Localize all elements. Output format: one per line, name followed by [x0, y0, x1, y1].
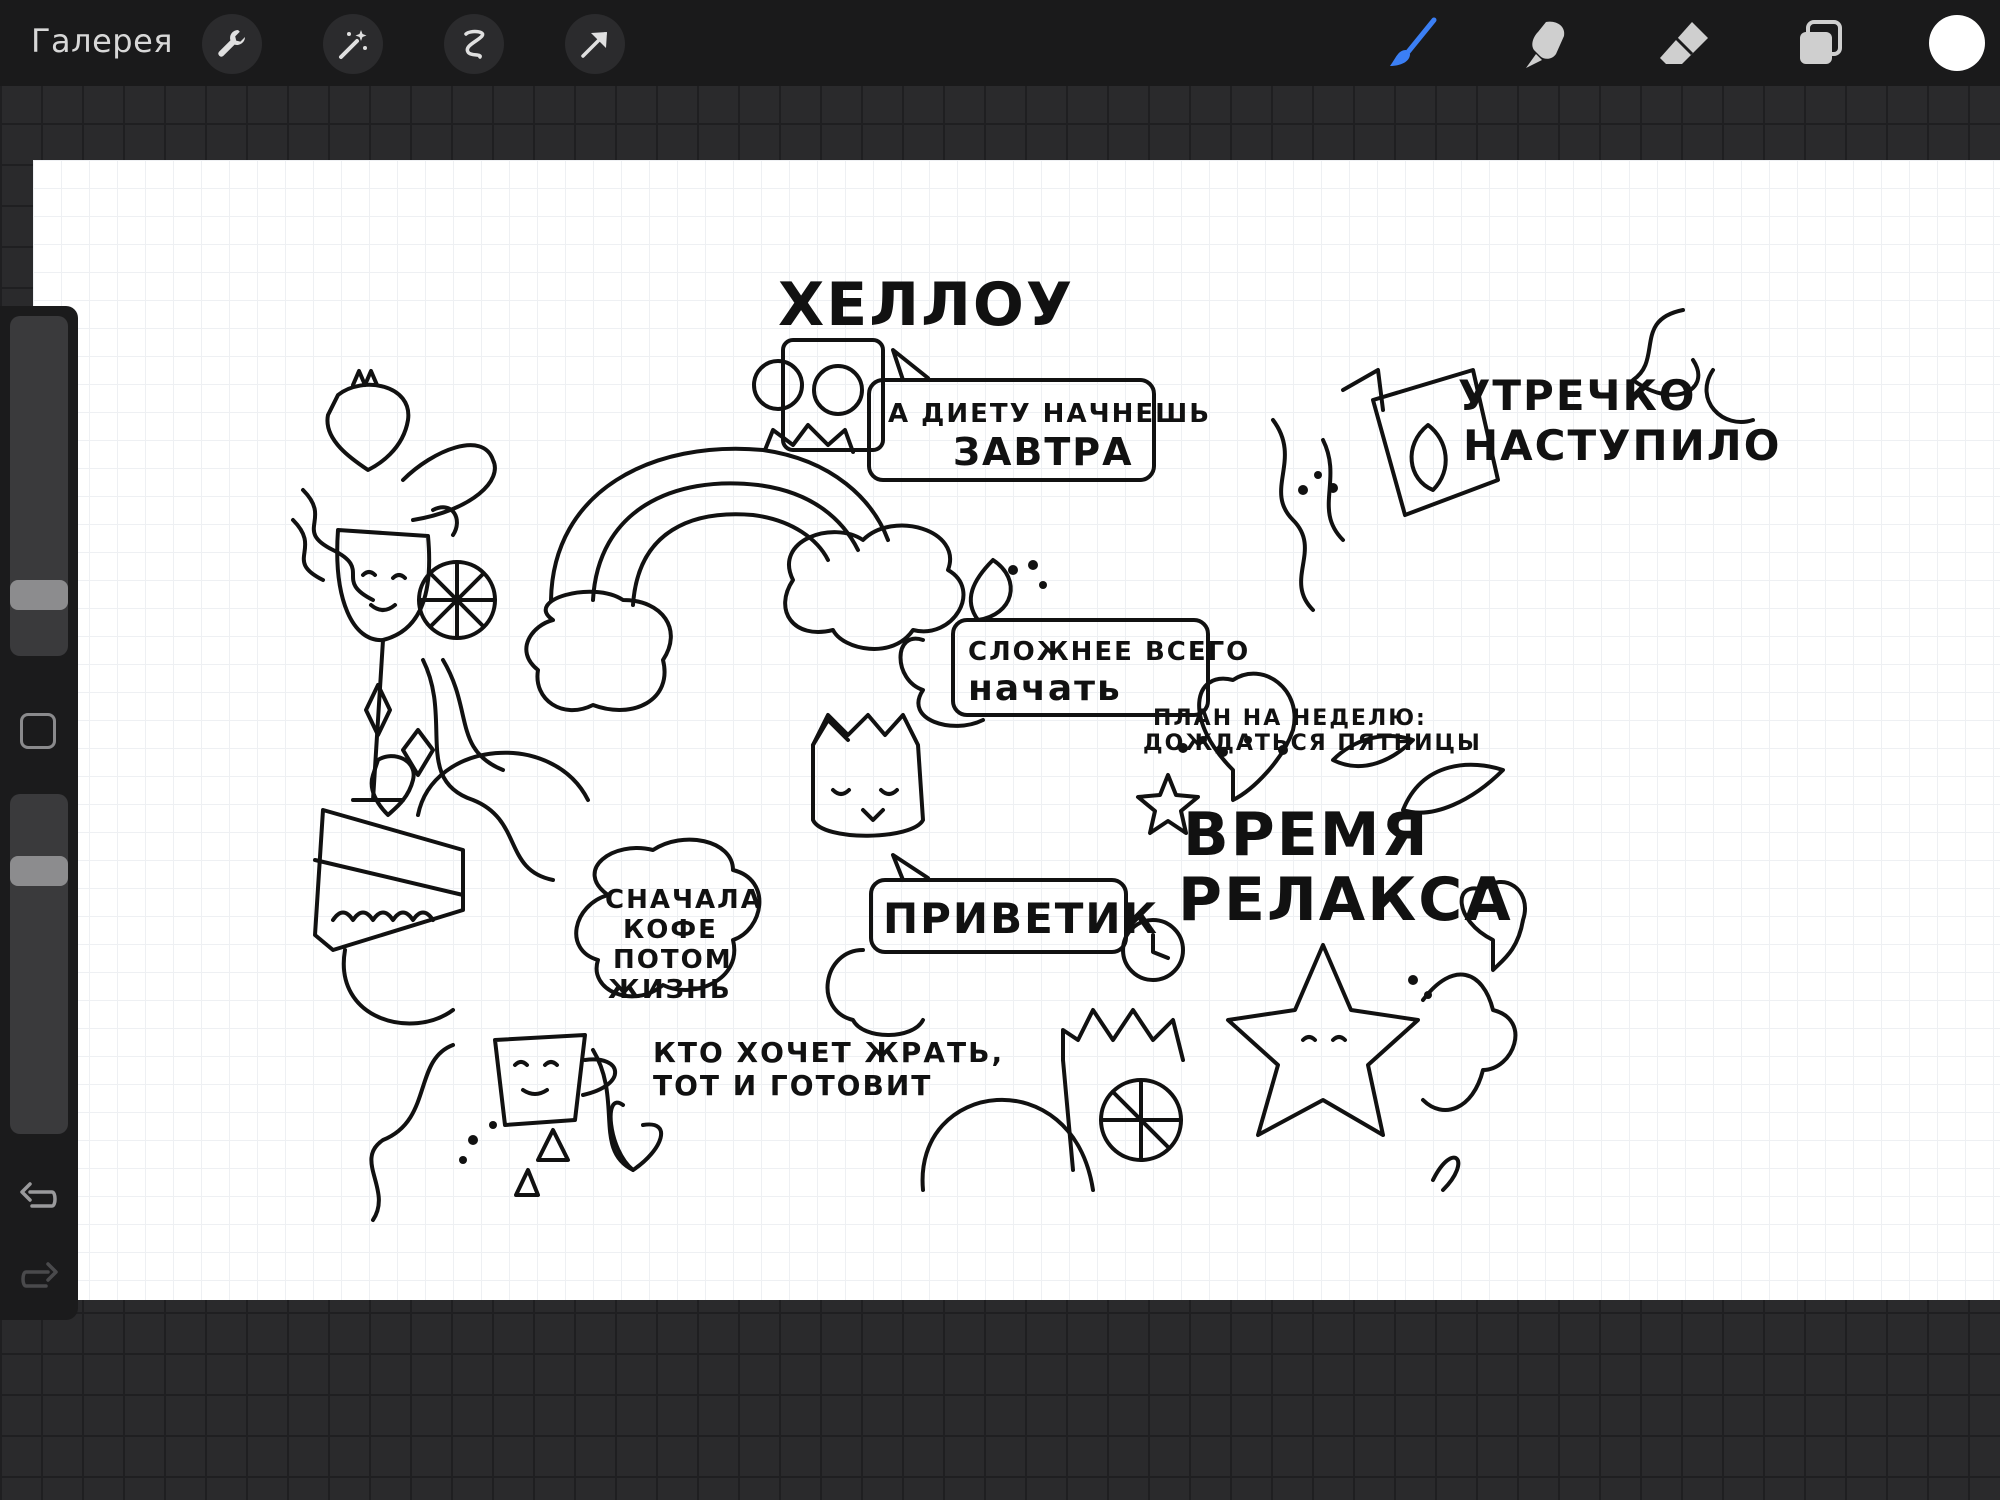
- actions-button[interactable]: [202, 14, 262, 74]
- brush-icon: [1390, 17, 1437, 66]
- text-privetik: ПРИВЕТИК: [883, 894, 1159, 943]
- text-diet-line2: ЗАВТРА: [953, 430, 1134, 474]
- text-coffee-line1: СНАЧАЛА: [605, 885, 763, 915]
- transform-button[interactable]: [565, 14, 625, 74]
- brush-tool-button[interactable]: [1380, 12, 1444, 76]
- text-relax-line2: РЕЛАКСА: [1178, 865, 1513, 935]
- brush-size-slider[interactable]: [10, 316, 68, 656]
- text-cook-line2: ТОТ И ГОТОВИТ: [653, 1069, 932, 1102]
- undo-button[interactable]: [18, 1176, 60, 1218]
- layers-icon: [1800, 20, 1842, 64]
- text-coffee-line4: ЖИЗНЬ: [608, 975, 732, 1005]
- magic-wand-icon: [339, 30, 367, 59]
- wrench-icon: [218, 30, 245, 57]
- selection-icon: [464, 29, 485, 59]
- doodle-artwork: ХЕЛЛОУ А ДИЕТУ НАЧНЕШЬ ЗАВТРА УТРЕЧКО НА…: [291, 270, 1781, 1222]
- text-plan-line2: ДОЖДАТЬСЯ ПЯТНИЦЫ: [1143, 731, 1482, 756]
- text-relax-line1: ВРЕМЯ: [1183, 800, 1430, 870]
- text-diet-line1: А ДИЕТУ НАЧНЕШЬ: [888, 399, 1211, 429]
- text-morning-line2: НАСТУПИЛО: [1463, 421, 1781, 470]
- layers-button[interactable]: [1788, 12, 1852, 76]
- text-morning-line1: УТРЕЧКО: [1458, 371, 1696, 420]
- text-cook-line1: КТО ХОЧЕТ ЖРАТЬ,: [653, 1036, 1004, 1069]
- gallery-button[interactable]: Галерея: [31, 22, 173, 60]
- text-hard-line2: начать: [968, 668, 1122, 709]
- eraser-tool-button[interactable]: [1652, 12, 1716, 76]
- modify-button[interactable]: [20, 713, 56, 749]
- selection-button[interactable]: [444, 14, 504, 74]
- drawing-canvas[interactable]: ХЕЛЛОУ А ДИЕТУ НАЧНЕШЬ ЗАВТРА УТРЕЧКО НА…: [33, 160, 2000, 1300]
- undo-icon: [20, 1182, 57, 1208]
- opacity-slider[interactable]: [10, 794, 68, 1134]
- left-sidebar: [0, 306, 78, 1320]
- text-plan-line1: ПЛАН НА НЕДЕЛЮ:: [1153, 706, 1427, 731]
- text-hello: ХЕЛЛОУ: [778, 270, 1074, 340]
- adjustments-button[interactable]: [323, 14, 383, 74]
- top-toolbar: Галерея: [0, 0, 2000, 86]
- smudge-icon: [1526, 21, 1565, 68]
- text-coffee-line2: КОФЕ: [623, 915, 718, 945]
- text-coffee-line3: ПОТОМ: [613, 945, 733, 975]
- redo-button[interactable]: [18, 1256, 60, 1298]
- opacity-thumb[interactable]: [10, 856, 68, 886]
- smudge-tool-button[interactable]: [1514, 12, 1578, 76]
- brush-size-thumb[interactable]: [10, 579, 68, 610]
- color-picker-button[interactable]: [1929, 15, 1985, 71]
- eraser-icon: [1660, 22, 1708, 64]
- text-hard-line1: СЛОЖНЕЕ ВСЕГО: [968, 637, 1250, 667]
- redo-icon: [21, 1262, 58, 1288]
- transform-arrow-icon: [581, 32, 607, 58]
